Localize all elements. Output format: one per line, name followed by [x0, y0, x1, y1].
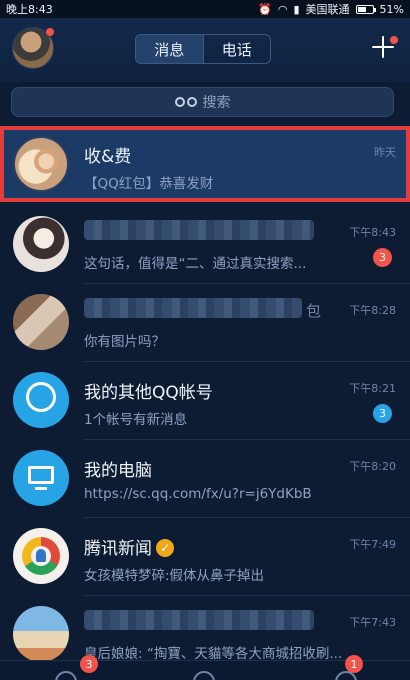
- conversation-row[interactable]: 包 你有图片吗？ 下午8:28: [0, 284, 410, 360]
- unread-badge: 3: [373, 404, 392, 423]
- nav-badge: 3: [80, 655, 98, 673]
- search-label: 搜索: [202, 95, 231, 111]
- blurred-name: [84, 610, 314, 630]
- message-time: 下午8:43: [349, 226, 396, 239]
- contact-avatar: [13, 216, 69, 272]
- message-time: 下午7:49: [349, 538, 396, 551]
- tab-messages[interactable]: 消息: [136, 35, 203, 63]
- carrier-label: 美国联通: [305, 3, 350, 16]
- contact-avatar: [13, 372, 69, 428]
- battery-percent: 51%: [379, 2, 404, 16]
- plus-notification-dot: [390, 36, 398, 44]
- status-bar: 晚上8:43 ⏰ ◠ ▮ 美国联通 51%: [0, 0, 410, 18]
- message-time: 下午7:43: [349, 616, 396, 629]
- battery-icon: [355, 4, 376, 14]
- search-bar[interactable]: 搜索: [11, 87, 394, 117]
- contact-avatar: [13, 294, 69, 350]
- contact-avatar: [13, 450, 69, 506]
- contact-avatar: [13, 528, 69, 584]
- message-time: 下午8:21: [349, 382, 396, 395]
- last-message: 1个帐号有新消息: [84, 412, 188, 428]
- message-time: 下午8:28: [349, 304, 396, 317]
- contact-avatar: [13, 136, 69, 192]
- nav-badge: 1: [345, 655, 363, 673]
- contact-name: 我的电脑: [84, 461, 152, 481]
- last-message: 皇后娘娘: “掏寶、天貓等各大商城招收刷...: [84, 646, 343, 660]
- conversation-row[interactable]: 收&费 【QQ红包】恭喜发财 昨天: [0, 126, 410, 202]
- contacts-nav-icon[interactable]: [193, 671, 215, 680]
- conversation-list: 收&费 【QQ红包】恭喜发财 昨天 这句话，值得是“二、通过真实搜索... 下午…: [0, 126, 410, 660]
- blurred-name: [84, 220, 314, 240]
- message-call-switch: 消息 电话: [135, 34, 271, 64]
- last-message: 这句话，值得是“二、通过真实搜索...: [84, 256, 307, 272]
- status-time: 晚上8:43: [6, 3, 53, 16]
- avatar-notification-dot: [46, 28, 54, 36]
- last-message: 你有图片吗？: [84, 334, 165, 350]
- contact-avatar: [13, 606, 69, 660]
- last-message: https://sc.qq.com/fx/u?r=j6YdKbB: [84, 486, 312, 502]
- tab-calls[interactable]: 电话: [202, 35, 271, 63]
- conversation-row[interactable]: 腾讯新闻 ✓ 女孩模特梦碎:假体从鼻子掉出 下午7:49: [0, 518, 410, 594]
- message-time: 下午8:20: [349, 460, 396, 473]
- conversation-row[interactable]: 我的其他QQ帐号 1个帐号有新消息 下午8:21 3: [0, 362, 410, 438]
- conversation-row[interactable]: 皇后娘娘: “掏寶、天貓等各大商城招收刷... 下午7:43: [0, 596, 410, 660]
- verified-icon: ✓: [156, 539, 174, 557]
- contact-name: 我的其他QQ帐号: [84, 383, 213, 403]
- last-message: 女孩模特梦碎:假体从鼻子掉出: [84, 568, 265, 584]
- signal-icon: ▮: [293, 2, 300, 16]
- header-bar: 消息 电话: [0, 18, 410, 82]
- contact-name: 收&费: [84, 147, 132, 167]
- unread-badge: 3: [373, 248, 392, 267]
- last-message: 【QQ红包】恭喜发财: [84, 176, 214, 192]
- contact-name-suffix: 包: [306, 302, 322, 320]
- tencent-news-icon: [36, 549, 46, 562]
- wifi-icon: ◠: [277, 2, 288, 16]
- status-icons: ⏰ ◠ ▮ 美国联通 51%: [258, 1, 404, 17]
- contact-name: 腾讯新闻 ✓: [84, 534, 174, 559]
- message-time: 昨天: [374, 146, 396, 159]
- computer-icon: [28, 466, 54, 484]
- bottom-nav: 3 1: [0, 655, 410, 680]
- binoculars-icon: [174, 96, 199, 108]
- qq-accounts-icon: [26, 382, 56, 412]
- alarm-icon: ⏰: [258, 2, 272, 16]
- messages-nav-icon[interactable]: [55, 671, 77, 680]
- blurred-name: [84, 298, 302, 318]
- conversation-row[interactable]: 我的电脑 https://sc.qq.com/fx/u?r=j6YdKbB 下午…: [0, 440, 410, 516]
- conversation-row[interactable]: 这句话，值得是“二、通过真实搜索... 下午8:43 3: [0, 206, 410, 282]
